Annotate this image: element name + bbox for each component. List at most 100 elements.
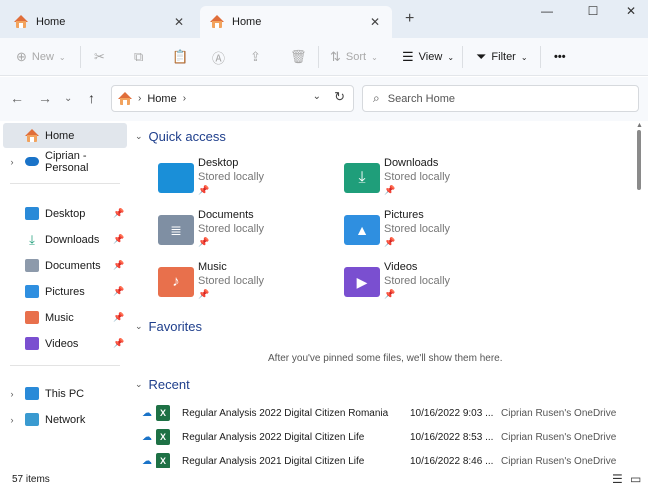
navigation-pane: Home › Ciprian - Personal Desktop 📌 ⤓ Do… bbox=[0, 121, 128, 468]
sidebar-item-downloads[interactable]: ⤓ Downloads 📌 bbox=[3, 227, 127, 252]
close-tab-icon[interactable]: ✕ bbox=[368, 15, 382, 29]
file-date: 10/16/2022 8:53 ... bbox=[410, 431, 494, 443]
rename-icon[interactable]: Ⓐ bbox=[212, 46, 225, 68]
pin-icon: 📌 bbox=[198, 185, 210, 195]
item-name: Pictures bbox=[384, 209, 424, 221]
quick-access-item-documents[interactable]: ≣ Documents Stored locally 📌 bbox=[158, 207, 328, 253]
status-bar: 57 items ☰ ▭ bbox=[0, 468, 648, 489]
details-view-icon[interactable]: ☰ bbox=[612, 472, 623, 486]
back-icon[interactable]: ← bbox=[10, 90, 24, 106]
sidebar-item-label: Music bbox=[45, 311, 74, 324]
desktop-icon bbox=[25, 207, 39, 220]
sidebar-item-network[interactable]: › Network bbox=[3, 407, 127, 432]
view-icon: ☰ bbox=[402, 49, 414, 64]
up-icon[interactable]: ↑ bbox=[88, 90, 95, 106]
documents-folder-icon: ≣ bbox=[158, 215, 194, 245]
view-button[interactable]: ☰ View ⌄ bbox=[402, 46, 454, 68]
favorites-empty-message: After you've pinned some files, we'll sh… bbox=[268, 353, 503, 364]
more-options-button[interactable]: ••• bbox=[554, 46, 566, 68]
expand-icon[interactable]: › bbox=[3, 389, 21, 399]
quick-access-item-downloads[interactable]: ⤓ Downloads Stored locally 📌 bbox=[344, 155, 514, 201]
excel-file-icon: X bbox=[156, 453, 170, 469]
minimize-button[interactable]: — bbox=[532, 4, 562, 22]
sidebar-item-music[interactable]: Music 📌 bbox=[3, 305, 127, 330]
sidebar-item-home[interactable]: Home bbox=[3, 123, 127, 148]
music-folder-icon: ♪ bbox=[158, 267, 194, 297]
scroll-up-icon[interactable]: ▲ bbox=[636, 122, 643, 129]
sidebar-item-onedrive[interactable]: › Ciprian - Personal bbox=[3, 149, 127, 174]
collapse-icon: ⌄ bbox=[135, 321, 143, 331]
new-icon: ⊕ bbox=[16, 49, 27, 64]
file-location: Ciprian Rusen's OneDrive bbox=[501, 455, 617, 467]
desktop-folder-icon bbox=[158, 163, 194, 193]
sidebar-item-desktop[interactable]: Desktop 📌 bbox=[3, 201, 127, 226]
pin-icon: 📌 bbox=[384, 289, 396, 299]
recent-locations-icon[interactable]: ⌄ bbox=[64, 93, 72, 104]
recent-row[interactable]: ☁ X Regular Analysis 2022 Digital Citize… bbox=[142, 402, 622, 424]
sidebar-item-label: Desktop bbox=[45, 207, 86, 220]
sidebar-item-videos[interactable]: Videos 📌 bbox=[3, 331, 127, 356]
paste-icon[interactable]: 📋 bbox=[172, 46, 188, 68]
tab-home-1[interactable]: Home ✕ bbox=[4, 6, 196, 38]
address-dropdown-icon[interactable]: ⌄ bbox=[313, 91, 321, 102]
expand-icon[interactable]: › bbox=[3, 157, 21, 167]
breadcrumb-separator-icon: › bbox=[138, 93, 142, 104]
file-date: 10/16/2022 9:03 ... bbox=[410, 407, 494, 419]
file-location: Ciprian Rusen's OneDrive bbox=[501, 431, 617, 443]
home-icon bbox=[14, 15, 28, 29]
maximize-button[interactable]: ☐ bbox=[578, 4, 608, 22]
collapse-icon: ⌄ bbox=[135, 131, 143, 141]
collapse-icon: ⌄ bbox=[135, 379, 143, 389]
close-tab-icon[interactable]: ✕ bbox=[172, 15, 186, 29]
search-icon: ⌕ bbox=[373, 91, 380, 105]
file-date: 10/16/2022 8:46 ... bbox=[410, 455, 494, 467]
pin-icon: 📌 bbox=[384, 185, 396, 195]
new-tab-button[interactable]: + bbox=[405, 10, 414, 28]
refresh-icon[interactable]: ↻ bbox=[334, 89, 345, 105]
recent-row[interactable]: ☁ X Regular Analysis 2022 Digital Citize… bbox=[142, 426, 622, 448]
item-status: Stored locally bbox=[198, 171, 265, 183]
vertical-scrollbar[interactable] bbox=[637, 130, 641, 190]
sort-icon: ⇅ bbox=[330, 49, 341, 64]
filter-label: Filter bbox=[491, 51, 516, 63]
copy-icon[interactable]: ⧉ bbox=[134, 46, 143, 68]
sidebar-item-this-pc[interactable]: › This PC bbox=[3, 381, 127, 406]
close-window-button[interactable]: ✕ bbox=[616, 4, 646, 22]
tab-title: Home bbox=[36, 16, 66, 28]
expand-icon[interactable]: › bbox=[3, 415, 21, 425]
item-name: Desktop bbox=[198, 157, 239, 169]
cloud-status-icon: ☁ bbox=[142, 455, 152, 467]
cloud-status-icon: ☁ bbox=[142, 431, 152, 443]
quick-access-header[interactable]: ⌄ Quick access bbox=[135, 129, 226, 144]
address-bar[interactable]: › Home › ⌄ ↻ bbox=[111, 85, 354, 112]
breadcrumb-home[interactable]: Home bbox=[147, 93, 176, 105]
filter-button[interactable]: ⏷ Filter ⌄ bbox=[476, 46, 528, 68]
quick-access-item-desktop[interactable]: Desktop Stored locally 📌 bbox=[158, 155, 328, 201]
share-icon[interactable]: ⇪ bbox=[250, 46, 261, 68]
sidebar-item-documents[interactable]: Documents 📌 bbox=[3, 253, 127, 278]
tiles-view-icon[interactable]: ▭ bbox=[630, 472, 641, 486]
new-label: New bbox=[31, 51, 54, 63]
forward-icon[interactable]: → bbox=[38, 90, 52, 106]
filter-icon: ⏷ bbox=[476, 49, 487, 64]
recent-header[interactable]: ⌄ Recent bbox=[135, 377, 190, 392]
downloads-folder-icon: ⤓ bbox=[344, 163, 380, 193]
quick-access-item-pictures[interactable]: ▲ Pictures Stored locally 📌 bbox=[344, 207, 514, 253]
cut-icon[interactable]: ✂ bbox=[94, 46, 105, 68]
sort-button[interactable]: ⇅ Sort ⌄ bbox=[330, 46, 378, 68]
favorites-header[interactable]: ⌄ Favorites bbox=[135, 319, 202, 334]
search-box[interactable]: ⌕ bbox=[362, 85, 639, 112]
file-name: Regular Analysis 2022 Digital Citizen Li… bbox=[182, 431, 365, 443]
chevron-down-icon: ⌄ bbox=[58, 52, 66, 62]
search-input[interactable] bbox=[387, 92, 608, 105]
tab-home-2[interactable]: Home ✕ bbox=[200, 6, 392, 38]
quick-access-item-videos[interactable]: ▶ Videos Stored locally 📌 bbox=[344, 259, 514, 305]
breadcrumb-chevron-icon[interactable]: › bbox=[183, 93, 186, 104]
quick-access-item-music[interactable]: ♪ Music Stored locally 📌 bbox=[158, 259, 328, 305]
chevron-down-icon: ⌄ bbox=[447, 52, 455, 62]
delete-icon[interactable]: 🗑 bbox=[290, 46, 307, 68]
sidebar-item-pictures[interactable]: Pictures 📌 bbox=[3, 279, 127, 304]
new-button[interactable]: ⊕ New ⌄ bbox=[16, 46, 66, 68]
music-icon bbox=[25, 311, 39, 324]
sort-label: Sort bbox=[345, 51, 367, 63]
